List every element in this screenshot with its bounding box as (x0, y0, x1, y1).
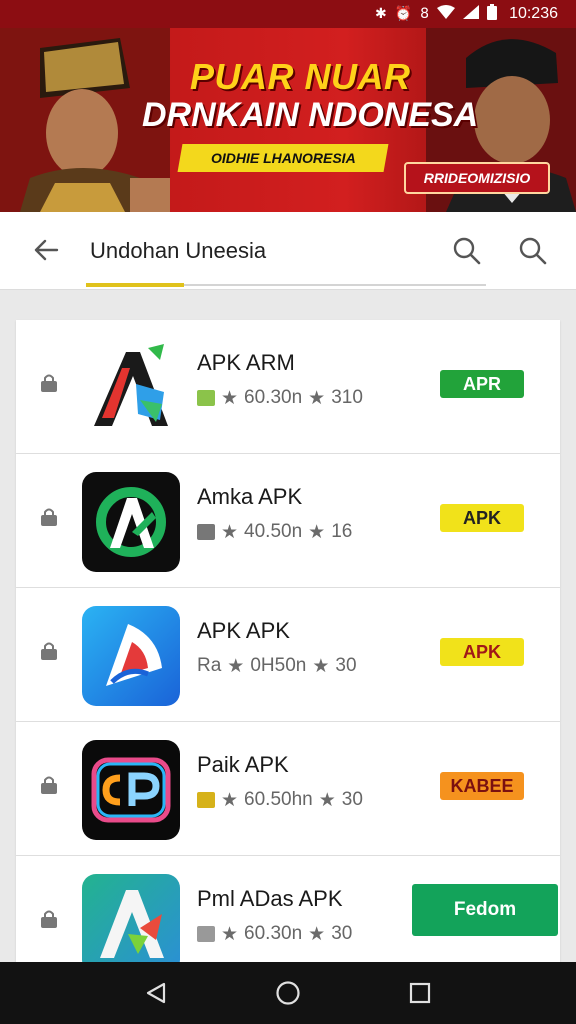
install-button[interactable]: Fedom (412, 884, 558, 936)
apk-badge[interactable]: APR (440, 370, 524, 398)
star-icon: ★ (312, 655, 330, 677)
signal-icon (463, 5, 480, 23)
lock-icon (41, 910, 57, 928)
app-list: APK ARM ★ 60.30n ★ 310 APR Amka APK ★ 40… (16, 320, 560, 990)
promo-banner[interactable]: PUAR NUAR DRNKAIN NDONESA OIDHIE LHANORE… (0, 28, 576, 212)
lock-icon (41, 508, 57, 526)
list-item[interactable]: APK ARM ★ 60.30n ★ 310 APR (16, 320, 560, 454)
list-item[interactable]: Paik APK ★ 60.50hn ★ 30 KABEE (16, 722, 560, 856)
app-size: 60.30n (244, 923, 303, 944)
apk-badge[interactable]: KABEE (440, 772, 524, 800)
app-rating: 310 (331, 387, 363, 408)
star-icon: ★ (318, 789, 336, 811)
list-item[interactable]: APK APK Ra ★ 0H50n ★ 30 APK (16, 588, 560, 722)
star-icon: ★ (221, 789, 239, 811)
star-icon: ★ (221, 521, 239, 543)
search-input[interactable]: Undohan Uneesia (90, 238, 266, 264)
banner-headline-secondary: DRNKAIN NDONESA (142, 96, 479, 134)
star-icon: ★ (308, 923, 326, 945)
recents-nav-icon[interactable] (400, 973, 440, 1013)
banner-subtitle: OIDHIE LHANORESIA (210, 150, 356, 166)
app-icon (82, 874, 180, 974)
search-input-underline (184, 284, 486, 286)
app-meta-prefix: Ra (197, 655, 222, 676)
app-rating: 30 (335, 655, 357, 676)
category-icon (197, 524, 215, 540)
app-size: 40.50n (244, 521, 303, 542)
app-name: Amka APK (197, 484, 303, 509)
app-rating: 16 (331, 521, 353, 542)
status-bar: ✱ ⏰ 8 10:236 (0, 0, 576, 28)
search-icon-secondary[interactable] (515, 234, 549, 268)
banner-cta-button[interactable]: RRIDEOMIZISIO (404, 162, 550, 194)
app-meta: ★ 60.50hn ★ 30 (197, 789, 363, 811)
banner-subtitle-strip: OIDHIE LHANORESIA (177, 144, 389, 172)
app-name: APK ARM (197, 350, 295, 375)
search-icon[interactable] (450, 234, 484, 268)
lock-icon (41, 642, 57, 660)
app-icon (82, 740, 180, 840)
star-icon: ★ (308, 387, 326, 409)
app-name: APK APK (197, 618, 290, 643)
bluetooth-icon: ✱ (374, 6, 387, 22)
lock-icon (41, 776, 57, 794)
category-icon (197, 926, 215, 942)
back-arrow-icon[interactable] (30, 234, 62, 266)
app-size: 60.50hn (244, 789, 313, 810)
app-rating: 30 (331, 923, 353, 944)
search-input-underline-active (86, 283, 184, 287)
back-nav-icon[interactable] (136, 973, 176, 1013)
battery-icon (487, 4, 498, 24)
star-icon: ★ (221, 923, 239, 945)
star-icon: ★ (221, 387, 239, 409)
banner-headline-primary: PUAR NUAR (190, 56, 411, 97)
app-rating: 30 (341, 789, 363, 810)
wifi-icon (437, 5, 456, 23)
star-icon: ★ (308, 521, 326, 543)
apk-badge[interactable]: APK (440, 504, 524, 532)
app-icon (82, 606, 180, 706)
category-icon (197, 792, 215, 808)
app-name: Pml ADas APK (197, 886, 343, 911)
home-nav-icon[interactable] (268, 973, 308, 1013)
star-icon: ★ (227, 655, 245, 677)
status-time: 10:236 (509, 5, 558, 22)
search-header: Undohan Uneesia (0, 212, 576, 290)
list-item[interactable]: Amka APK ★ 40.50n ★ 16 APK (16, 454, 560, 588)
app-meta: ★ 40.50n ★ 16 (197, 521, 352, 543)
system-nav-bar (0, 962, 576, 1024)
app-meta: ★ 60.30n ★ 310 (197, 387, 363, 409)
vibrate-icon: 8 (420, 6, 430, 22)
app-meta: Ra ★ 0H50n ★ 30 (197, 655, 357, 677)
app-size: 60.30n (244, 387, 303, 408)
app-icon (82, 472, 180, 572)
app-size: 0H50n (250, 655, 307, 676)
apk-badge[interactable]: APK (440, 638, 524, 666)
alarm-icon: ⏰ (394, 6, 413, 22)
app-icon (82, 338, 180, 438)
lock-icon (41, 374, 57, 392)
app-name: Paik APK (197, 752, 289, 777)
app-meta: ★ 60.30n ★ 30 (197, 923, 352, 945)
category-icon (197, 390, 215, 406)
